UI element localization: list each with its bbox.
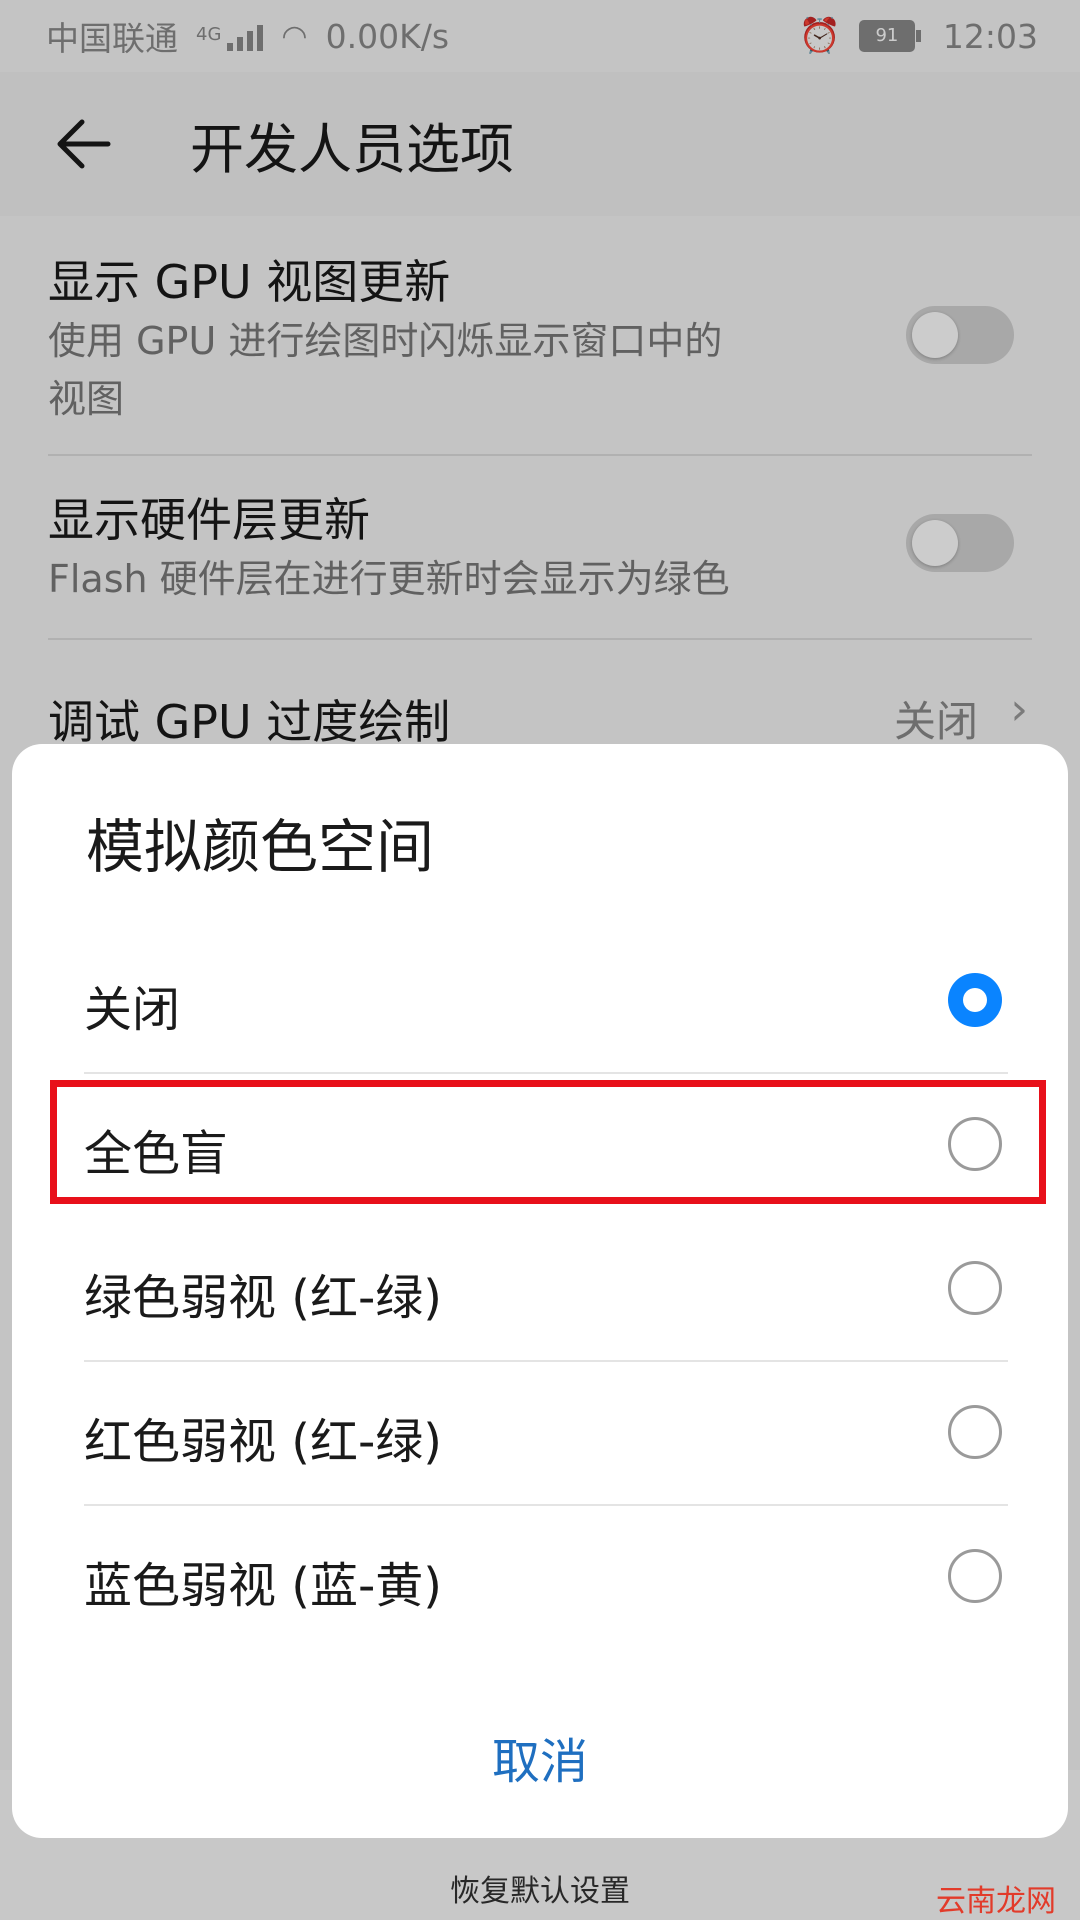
option-label: 关闭 <box>84 982 181 1038</box>
highlight-box <box>50 1080 1046 1204</box>
option-off[interactable]: 关闭 <box>84 930 1008 1074</box>
option-protanomaly[interactable]: 红色弱视 (红-绿) <box>84 1362 1008 1506</box>
option-label: 红色弱视 (红-绿) <box>84 1414 443 1470</box>
radio-unselected-icon[interactable] <box>948 1405 1002 1459</box>
option-label: 绿色弱视 (红-绿) <box>84 1270 443 1326</box>
radio-unselected-icon[interactable] <box>948 1261 1002 1315</box>
cancel-button[interactable]: 取消 <box>12 1722 1068 1792</box>
dialog-title: 模拟颜色空间 <box>86 813 435 881</box>
option-tritanomaly[interactable]: 蓝色弱视 (蓝-黄) <box>84 1506 1008 1650</box>
option-label: 蓝色弱视 (蓝-黄) <box>84 1558 443 1614</box>
radio-unselected-icon[interactable] <box>948 1549 1002 1603</box>
color-space-dialog: 模拟颜色空间 关闭 全色盲 绿色弱视 (红-绿) 红色弱视 (红-绿) 蓝色弱视… <box>12 744 1068 1838</box>
radio-selected-icon[interactable] <box>948 973 1002 1027</box>
option-deuteranomaly[interactable]: 绿色弱视 (红-绿) <box>84 1218 1008 1362</box>
watermark-logo: 云南龙网 <box>936 1884 1056 1919</box>
